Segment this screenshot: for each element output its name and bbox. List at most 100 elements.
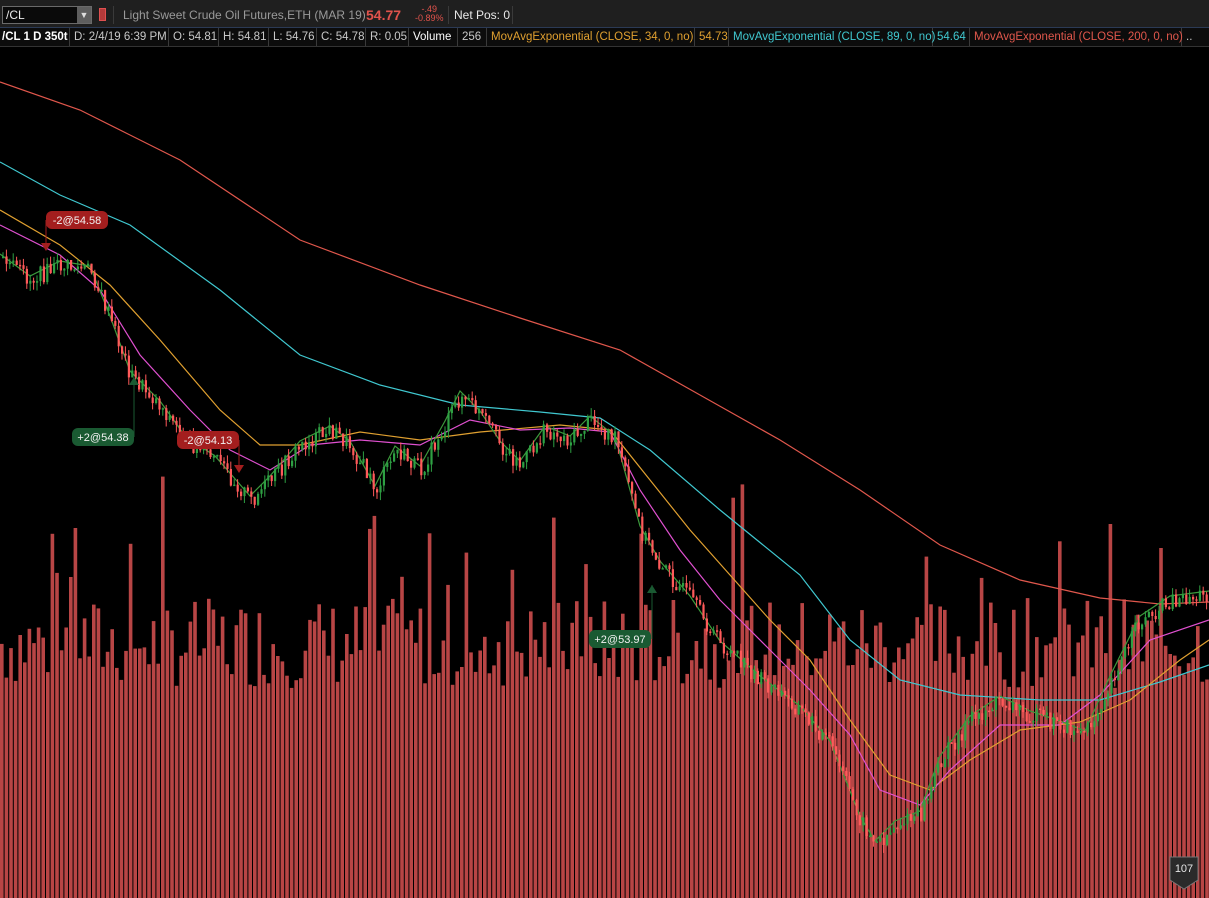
symbol-input[interactable]: /CL ▼: [2, 6, 92, 24]
chart-label[interactable]: /CL 1 D 350t: [0, 28, 70, 46]
candle-body: [1096, 712, 1099, 722]
candle-body: [709, 631, 712, 633]
candle-body: [148, 392, 151, 398]
candle-body: [1117, 670, 1120, 681]
candle-body: [22, 265, 25, 269]
candle-body: [121, 346, 124, 354]
volume-bar: [276, 656, 280, 898]
volume-bar: [938, 606, 942, 898]
candle-body: [420, 458, 423, 476]
volume-bar: [487, 673, 492, 898]
ema34-study-label[interactable]: MovAvgExponential (CLOSE, 34, 0, no): [487, 28, 695, 46]
volume-bar: [423, 683, 427, 898]
candle-body: [393, 453, 396, 462]
volume-bar: [23, 662, 27, 898]
volume-bar: [101, 666, 105, 898]
volume-bar: [625, 640, 630, 898]
candle-body: [141, 380, 144, 390]
close-readout: C: 54.78: [317, 28, 366, 46]
candle-body: [566, 435, 569, 446]
price-chart[interactable]: -2@54.58 +2@54.38 -2@54.13 +2@53.97 107: [0, 47, 1209, 898]
volume-bar: [464, 552, 469, 898]
candle-body: [172, 415, 175, 421]
candle-body: [359, 462, 362, 465]
candle-body: [1178, 598, 1181, 607]
candle-body: [1185, 594, 1188, 604]
candle-body: [855, 799, 858, 816]
volume-bar: [460, 667, 464, 898]
link-group-icon[interactable]: [99, 8, 106, 21]
volume-bar: [920, 624, 924, 898]
candle-body: [1066, 720, 1069, 733]
candle-body: [297, 446, 300, 450]
ema89-study-label[interactable]: MovAvgExponential (CLOSE, 89, 0, no): [729, 28, 935, 46]
sell-trade-marker[interactable]: -2@54.58: [41, 211, 108, 251]
volume-bar: [1127, 669, 1131, 898]
candle-body: [46, 263, 49, 283]
volume-bar: [984, 665, 988, 898]
buy-trade-marker[interactable]: +2@54.38: [72, 377, 139, 446]
candle-body: [406, 448, 409, 462]
candle-body: [56, 259, 59, 264]
high-readout: H: 54.81: [219, 28, 269, 46]
volume-bar: [234, 625, 239, 898]
candle-body: [1086, 723, 1089, 733]
volume-bar: [966, 679, 970, 898]
volume-bar: [105, 651, 110, 898]
volume-bar: [1113, 687, 1117, 898]
volume-study-label[interactable]: Volume: [409, 28, 458, 46]
candle-body: [1005, 705, 1008, 708]
candle-body: [365, 458, 368, 479]
divider: [448, 6, 449, 24]
candle-body: [824, 732, 827, 735]
candle-body: [763, 672, 766, 679]
candle-body: [801, 705, 804, 709]
volume-bar: [340, 660, 344, 898]
candle-body: [386, 462, 389, 467]
volume-bar: [147, 664, 151, 898]
volume-bar: [386, 605, 390, 898]
candle-body: [661, 568, 664, 570]
candle-body: [291, 460, 294, 467]
candle-body: [73, 269, 76, 271]
candle-body: [590, 416, 593, 418]
candle-body: [773, 684, 776, 687]
candle-body: [539, 443, 542, 445]
more-studies[interactable]: ..: [1182, 28, 1209, 46]
candle-body: [668, 565, 671, 570]
candle-body: [219, 454, 222, 462]
candle-body: [515, 457, 518, 466]
candle-body: [284, 455, 287, 476]
candle-body: [1202, 590, 1205, 595]
chevron-down-icon[interactable]: ▼: [77, 7, 91, 23]
candle-body: [597, 425, 600, 427]
volume-bar: [13, 680, 18, 898]
candle-body: [144, 380, 147, 393]
volume-bar: [556, 602, 561, 898]
volume-bar: [358, 650, 363, 898]
volume-bar: [151, 621, 156, 898]
volume-bar: [50, 533, 55, 898]
candle-body: [947, 742, 950, 759]
candle-body: [1124, 647, 1127, 658]
candle-body: [66, 260, 69, 269]
ema200-study-label[interactable]: MovAvgExponential (CLOSE, 200, 0, no): [970, 28, 1183, 46]
candle-body: [1079, 731, 1082, 733]
candle-body: [416, 458, 419, 460]
volume-bar: [285, 675, 289, 898]
candle-body: [318, 427, 321, 433]
volume-bar: [450, 684, 455, 898]
candle-body: [277, 464, 280, 469]
volume-bar: [455, 671, 459, 898]
volume-bar: [197, 655, 202, 898]
volume-bar: [561, 650, 565, 898]
volume-bar: [763, 654, 768, 898]
volume-bar: [772, 675, 777, 898]
volume-bar: [1205, 679, 1209, 898]
candle-body: [257, 493, 260, 505]
candle-body: [1011, 702, 1014, 710]
candle-body: [743, 657, 746, 668]
volume-bar: [708, 679, 712, 898]
volume-bar: [1002, 679, 1007, 898]
candle-body: [807, 712, 810, 725]
